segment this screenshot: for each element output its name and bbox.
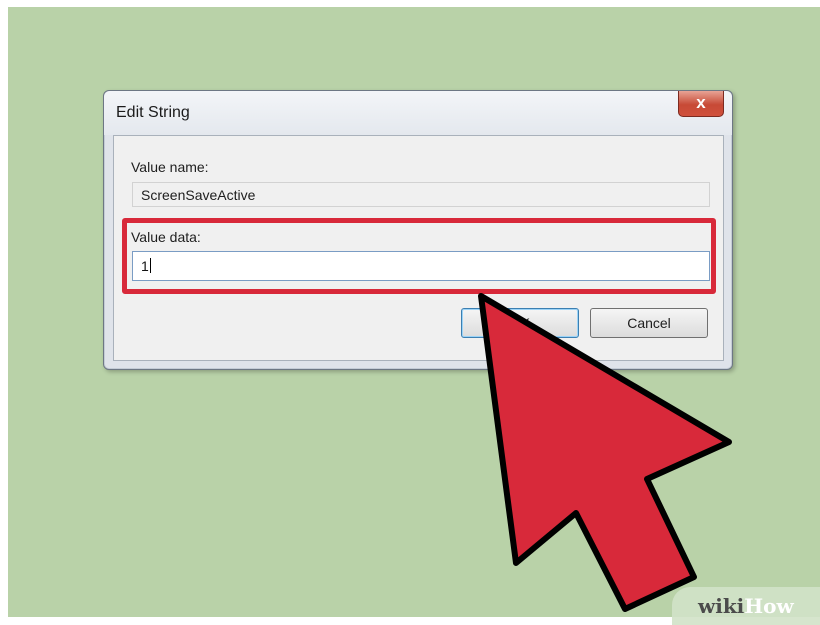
wikihow-watermark: wikiHow	[672, 587, 820, 625]
watermark-wiki: wiki	[698, 594, 745, 618]
watermark-how: How	[744, 594, 794, 618]
pointer-arrow-icon	[478, 293, 732, 612]
